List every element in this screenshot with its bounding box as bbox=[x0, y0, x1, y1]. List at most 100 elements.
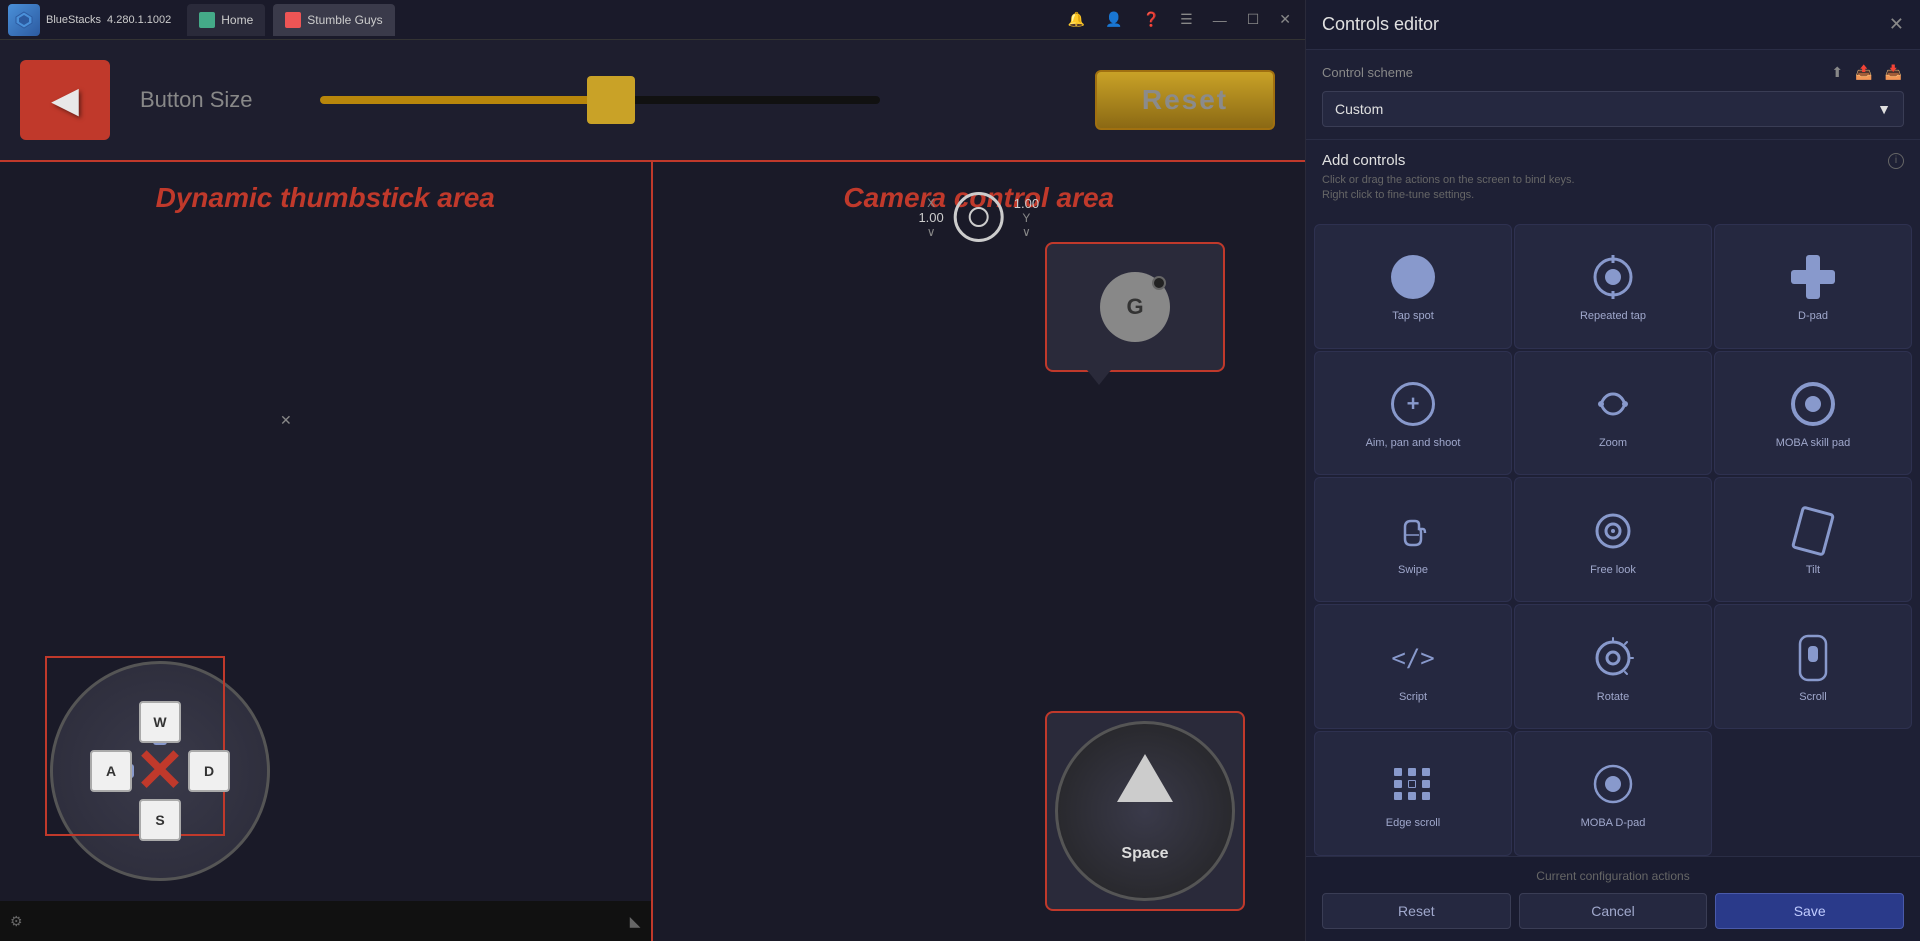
zoom-icon bbox=[1589, 380, 1637, 428]
game-area: Dynamic thumbstick area ✕ ✕ W A S D bbox=[0, 160, 1305, 941]
moba-skill-pad-icon bbox=[1789, 380, 1837, 428]
control-item-moba-skill-pad[interactable]: MOBA skill pad bbox=[1714, 351, 1912, 476]
control-item-free-look[interactable]: Free look bbox=[1514, 477, 1712, 602]
g-dot bbox=[1152, 276, 1166, 290]
minimize-btn[interactable]: — bbox=[1207, 10, 1233, 30]
stumble-guys-tab-icon bbox=[285, 12, 301, 28]
bluestacks-logo: BlueStacks 4.280.1.1002 bbox=[8, 4, 171, 36]
crosshair-icon[interactable] bbox=[954, 192, 1004, 242]
help-btn[interactable]: ❓ bbox=[1137, 9, 1166, 30]
swipe-label: Swipe bbox=[1398, 563, 1428, 577]
menu-btn[interactable]: ☰ bbox=[1174, 9, 1199, 30]
control-item-aim-pan-shoot[interactable]: Aim, pan and shoot bbox=[1314, 351, 1512, 476]
control-item-tilt[interactable]: Tilt bbox=[1714, 477, 1912, 602]
resize-icon[interactable]: ◣ bbox=[630, 913, 641, 930]
dpad-label: D-pad bbox=[1798, 309, 1828, 323]
control-item-tap-spot[interactable]: Tap spot bbox=[1314, 224, 1512, 349]
crosshair-container[interactable]: X 1.00 ∨ 1.00 Y ∨ bbox=[918, 192, 1039, 242]
scheme-label-text: Control scheme bbox=[1322, 65, 1413, 80]
control-item-dpad[interactable]: D-pad bbox=[1714, 224, 1912, 349]
scroll-icon bbox=[1789, 634, 1837, 682]
editor-close-button[interactable]: ✕ bbox=[1889, 14, 1904, 35]
edge-scroll-icon bbox=[1389, 760, 1437, 808]
stumble-guys-tab-label: Stumble Guys bbox=[307, 13, 382, 27]
tilt-icon bbox=[1789, 507, 1837, 555]
scheme-dropdown[interactable]: Custom ▼ bbox=[1322, 91, 1904, 127]
key-a[interactable]: A bbox=[90, 750, 132, 792]
control-item-scroll[interactable]: Scroll bbox=[1714, 604, 1912, 729]
control-item-swipe[interactable]: Swipe bbox=[1314, 477, 1512, 602]
scheme-dropdown-value: Custom bbox=[1335, 101, 1383, 117]
control-item-repeated-tap[interactable]: Repeated tap bbox=[1514, 224, 1712, 349]
save-button[interactable]: Save bbox=[1715, 893, 1904, 929]
info-icon[interactable]: i bbox=[1888, 153, 1904, 169]
control-item-rotate[interactable]: Rotate bbox=[1514, 604, 1712, 729]
y-coord-box: 1.00 Y ∨ bbox=[1014, 196, 1039, 239]
title-bar: BlueStacks 4.280.1.1002 Home Stumble Guy… bbox=[0, 0, 1305, 40]
cancel-button[interactable]: Cancel bbox=[1519, 893, 1708, 929]
g-button-container[interactable]: G bbox=[1045, 242, 1225, 372]
maximize-btn[interactable]: ☐ bbox=[1241, 9, 1266, 30]
window-controls: 🔔 👤 ❓ ☰ — ☐ ✕ bbox=[1062, 9, 1297, 30]
scroll-label: Scroll bbox=[1799, 690, 1827, 704]
space-outer-circle: Space bbox=[1055, 721, 1235, 901]
script-label: Script bbox=[1399, 690, 1427, 704]
tap-spot-label: Tap spot bbox=[1392, 309, 1434, 323]
notification-btn[interactable]: 🔔 bbox=[1062, 9, 1091, 30]
bottom-bar-left: ⚙ ◣ bbox=[0, 901, 651, 941]
repeated-tap-icon bbox=[1589, 253, 1637, 301]
space-container[interactable]: Space bbox=[1045, 711, 1245, 911]
editor-title: Controls editor bbox=[1322, 14, 1439, 35]
zoom-label: Zoom bbox=[1599, 436, 1627, 450]
aim-pan-shoot-label: Aim, pan and shoot bbox=[1366, 436, 1461, 450]
swipe-icon bbox=[1389, 507, 1437, 555]
delete-marker[interactable]: ✕ bbox=[280, 412, 292, 429]
slider-thumb[interactable] bbox=[587, 76, 635, 124]
slider-fill bbox=[320, 96, 628, 104]
account-btn[interactable]: 👤 bbox=[1099, 9, 1128, 30]
control-item-moba-dpad[interactable]: MOBA D-pad bbox=[1514, 731, 1712, 856]
x-coord-box: X 1.00 ∨ bbox=[918, 196, 943, 239]
stumble-guys-tab[interactable]: Stumble Guys bbox=[273, 4, 394, 36]
home-tab-label: Home bbox=[221, 13, 253, 27]
save-label: Save bbox=[1794, 903, 1826, 919]
reset-action-button[interactable]: Reset bbox=[1322, 893, 1511, 929]
space-label: Space bbox=[1121, 845, 1168, 863]
g-button[interactable]: G bbox=[1100, 272, 1170, 342]
edge-scroll-label: Edge scroll bbox=[1386, 816, 1440, 830]
controls-grid: Tap spot Repeated tap D-pa bbox=[1306, 224, 1920, 856]
rotate-label: Rotate bbox=[1597, 690, 1629, 704]
dpad-container[interactable]: ✕ W A S D bbox=[50, 661, 270, 881]
settings-icon[interactable]: ⚙ bbox=[10, 913, 23, 930]
moba-dpad-label: MOBA D-pad bbox=[1581, 816, 1646, 830]
dynamic-thumbstick-area: Dynamic thumbstick area ✕ ✕ W A S D bbox=[0, 162, 653, 941]
action-buttons: Reset Cancel Save bbox=[1322, 893, 1904, 929]
speech-bubble-tail bbox=[1087, 370, 1111, 385]
bluestacks-name: BlueStacks bbox=[46, 14, 101, 26]
y-coord-value: 1.00 bbox=[1014, 196, 1039, 211]
key-d[interactable]: D bbox=[188, 750, 230, 792]
add-controls-desc: Click or drag the actions on the screen … bbox=[1322, 173, 1904, 204]
reset-button-label: Reset bbox=[1142, 84, 1228, 116]
scheme-upload-btn[interactable]: ⬆ bbox=[1829, 62, 1845, 83]
back-button[interactable]: ◀ bbox=[20, 60, 110, 140]
dpad-x-icon: ✕ bbox=[135, 736, 185, 806]
free-look-label: Free look bbox=[1590, 563, 1636, 577]
control-item-script[interactable]: </> Script bbox=[1314, 604, 1512, 729]
scheme-import-btn[interactable]: 📥 bbox=[1883, 62, 1904, 83]
close-btn[interactable]: ✕ bbox=[1273, 9, 1297, 30]
crosshair-inner bbox=[969, 207, 989, 227]
reset-button[interactable]: Reset bbox=[1095, 70, 1275, 130]
g-button-label: G bbox=[1126, 294, 1143, 320]
control-item-zoom[interactable]: Zoom bbox=[1514, 351, 1712, 476]
scheme-export-btn[interactable]: 📤 bbox=[1853, 62, 1874, 83]
controls-editor-panel: Controls editor ✕ Control scheme ⬆ 📤 📥 C… bbox=[1305, 0, 1920, 941]
home-tab[interactable]: Home bbox=[187, 4, 265, 36]
button-size-slider[interactable] bbox=[320, 90, 880, 110]
moba-dpad-icon bbox=[1589, 760, 1637, 808]
rotate-icon bbox=[1589, 634, 1637, 682]
scheme-icon-buttons: ⬆ 📤 📥 bbox=[1829, 62, 1904, 83]
control-item-edge-scroll[interactable]: Edge scroll bbox=[1314, 731, 1512, 856]
moba-skill-pad-label: MOBA skill pad bbox=[1776, 436, 1851, 450]
space-triangle-icon bbox=[1117, 754, 1173, 802]
